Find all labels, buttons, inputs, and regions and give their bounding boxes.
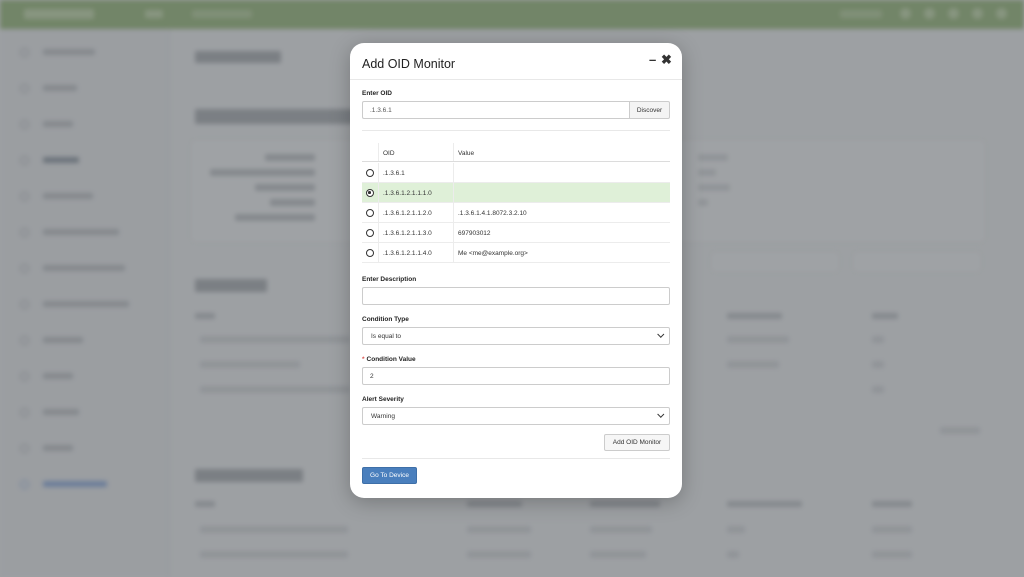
minimize-icon[interactable]: – bbox=[649, 53, 656, 66]
divider bbox=[362, 130, 670, 131]
column-header-value: Value bbox=[458, 150, 475, 157]
row-value: 697903012 bbox=[458, 230, 491, 237]
table-row[interactable]: .1.3.6.1.2.1.1.4.0 Me <me@example.org> bbox=[362, 243, 670, 263]
alert-severity-value: Warning bbox=[371, 413, 395, 420]
condition-value-label: * Condition Value bbox=[362, 356, 416, 363]
dialog-header: Add OID Monitor – ✖ bbox=[350, 43, 682, 80]
row-oid: .1.3.6.1.2.1.1.2.0 bbox=[383, 210, 432, 217]
row-radio[interactable] bbox=[366, 209, 374, 217]
close-icon[interactable]: ✖ bbox=[661, 53, 672, 66]
go-to-device-button[interactable]: Go To Device bbox=[362, 467, 417, 484]
condition-type-value: Is equal to bbox=[371, 333, 401, 340]
row-oid: .1.3.6.1.2.1.1.3.0 bbox=[383, 230, 432, 237]
row-radio[interactable] bbox=[366, 229, 374, 237]
row-oid: .1.3.6.1.2.1.1.1.0 bbox=[383, 190, 432, 197]
condition-value-input[interactable] bbox=[362, 367, 670, 385]
chevron-down-icon bbox=[657, 410, 665, 418]
add-oid-monitor-button[interactable]: Add OID Monitor bbox=[604, 434, 670, 451]
column-header-oid: OID bbox=[383, 150, 395, 157]
divider bbox=[362, 458, 670, 459]
dialog-title: Add OID Monitor bbox=[362, 57, 456, 71]
discover-button[interactable]: Discover bbox=[629, 101, 670, 119]
table-row[interactable]: .1.3.6.1.2.1.1.1.0 bbox=[362, 183, 670, 203]
required-marker: * bbox=[362, 356, 365, 363]
alert-severity-label: Alert Severity bbox=[362, 396, 404, 403]
description-input[interactable] bbox=[362, 287, 670, 305]
row-radio[interactable] bbox=[366, 189, 374, 197]
add-oid-monitor-dialog: Add OID Monitor – ✖ Enter OID Discover O… bbox=[350, 43, 682, 498]
table-row[interactable]: .1.3.6.1.2.1.1.3.0 697903012 bbox=[362, 223, 670, 243]
table-row[interactable]: .1.3.6.1.2.1.1.2.0 .1.3.6.1.4.1.8072.3.2… bbox=[362, 203, 670, 223]
row-radio[interactable] bbox=[366, 249, 374, 257]
row-oid: .1.3.6.1 bbox=[383, 170, 405, 177]
alert-severity-select[interactable]: Warning bbox=[362, 407, 670, 425]
oid-label: Enter OID bbox=[362, 90, 392, 97]
condition-type-select[interactable]: Is equal to bbox=[362, 327, 670, 345]
description-label: Enter Description bbox=[362, 276, 417, 283]
row-value: Me <me@example.org> bbox=[458, 250, 528, 257]
condition-type-label: Condition Type bbox=[362, 316, 409, 323]
row-radio[interactable] bbox=[366, 169, 374, 177]
row-oid: .1.3.6.1.2.1.1.4.0 bbox=[383, 250, 432, 257]
row-value: .1.3.6.1.4.1.8072.3.2.10 bbox=[458, 210, 527, 217]
table-header-row: OID Value bbox=[362, 143, 670, 162]
condition-value-label-text: Condition Value bbox=[366, 356, 416, 363]
table-row[interactable]: .1.3.6.1 bbox=[362, 163, 670, 183]
oid-input[interactable] bbox=[362, 101, 629, 119]
chevron-down-icon bbox=[657, 330, 665, 338]
